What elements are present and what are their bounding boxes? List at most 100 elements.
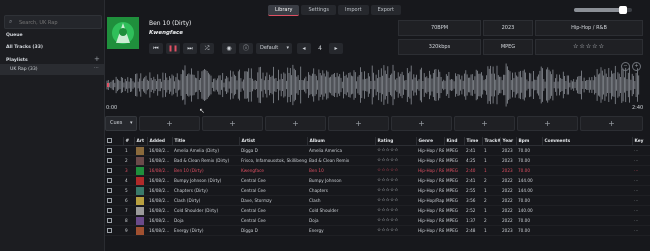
column-added[interactable]: Added <box>147 137 173 146</box>
pause-button[interactable]: ❚❚ <box>166 43 180 54</box>
table-row[interactable]: 6 16/08/2… Clash (Dirty) Dave, Stormzy Clash… <box>105 195 650 206</box>
row-bpm: 70.00 <box>516 225 542 236</box>
cue-slot-4[interactable]: + <box>328 116 389 131</box>
column-comments[interactable]: Comments <box>542 137 633 146</box>
row-checkbox[interactable] <box>105 175 123 186</box>
previous-button[interactable]: ⏮ <box>149 43 163 54</box>
row-kind: MPEG <box>444 165 464 176</box>
sidebar-queue[interactable]: Queue <box>6 33 23 38</box>
row-time: 4:25 <box>464 155 482 166</box>
next-button[interactable]: ⏭ <box>183 43 197 54</box>
table-row[interactable]: 9 16/08/2… Energy (Dirty) Digga D Energy ☆☆☆☆… <box>105 225 650 236</box>
row-more-icon[interactable]: ⋯ <box>632 185 650 196</box>
playlist-more-icon[interactable]: ⋯ <box>94 65 99 71</box>
row-checkbox[interactable] <box>105 225 123 236</box>
tab-export[interactable]: Export <box>370 5 401 15</box>
row-album: Clash <box>307 195 375 206</box>
cue-slot-5[interactable]: + <box>391 116 452 131</box>
row-checkbox[interactable] <box>105 185 123 196</box>
select-all-checkbox[interactable] <box>105 137 124 146</box>
info-button[interactable]: ⓘ <box>239 43 253 54</box>
table-row[interactable]: 8 16/08/2… Doja Central Cee Doja ☆☆☆☆☆ Hip-Hop… <box>105 215 650 226</box>
column-kind[interactable]: Kind <box>444 137 465 146</box>
volume-slider[interactable] <box>574 6 632 14</box>
row-comments[interactable] <box>542 155 632 166</box>
volume-knob[interactable] <box>619 6 628 14</box>
shuffle-button[interactable]: ⤮ <box>200 43 214 54</box>
row-checkbox[interactable] <box>105 215 123 226</box>
column-time[interactable]: Time <box>464 137 483 146</box>
row-more-icon[interactable]: ⋯ <box>632 215 650 226</box>
column-artist[interactable]: Artist <box>239 137 308 146</box>
row-comments[interactable] <box>542 205 632 216</box>
row-checkbox[interactable] <box>105 195 123 206</box>
row-comments[interactable] <box>542 225 632 236</box>
chevron-down-icon: ▾ <box>286 45 289 51</box>
column-key[interactable]: Key <box>632 137 650 146</box>
time-position: 0:00 <box>106 105 118 111</box>
row-comments[interactable] <box>542 145 632 156</box>
row-year: 2022 <box>500 185 516 196</box>
row-title: Energy (Dirty) <box>172 225 239 236</box>
row-more-icon[interactable]: ⋯ <box>632 195 650 206</box>
search-box[interactable]: ⌕ <box>4 15 102 29</box>
row-genre: Hip-Hop / R&B <box>416 145 444 156</box>
zoom-out-icon[interactable]: − <box>621 62 630 71</box>
tab-settings[interactable]: Settings <box>301 5 336 15</box>
cue-slot-2[interactable]: + <box>202 116 263 131</box>
cue-slot-7[interactable]: + <box>517 116 578 131</box>
table-row[interactable]: 2 16/08/2… Bad & Clean Remix (Dirty) Frisco… <box>105 155 650 166</box>
row-more-icon[interactable]: ⋯ <box>632 145 650 156</box>
tab-import[interactable]: Import <box>338 5 369 15</box>
row-comments[interactable] <box>542 215 632 226</box>
row-more-icon[interactable]: ⋯ <box>632 225 650 236</box>
cues-dropdown[interactable]: Cues ▾ <box>105 116 137 131</box>
row-checkbox[interactable] <box>105 165 123 176</box>
increment-button[interactable]: ▸ <box>329 43 343 54</box>
column-title[interactable]: Title <box>172 137 240 146</box>
column-art[interactable]: Art <box>134 137 148 146</box>
tab-library[interactable]: Library <box>268 5 300 16</box>
cue-slot-3[interactable]: + <box>265 116 326 131</box>
info-rating[interactable]: ☆☆☆☆☆ <box>535 39 643 55</box>
row-checkbox[interactable] <box>105 145 123 156</box>
table-row[interactable]: 7 16/08/2… Cold Shoulder (Dirty) Central Ce… <box>105 205 650 216</box>
search-input[interactable] <box>17 17 101 28</box>
table-row[interactable]: 4 16/08/2… Bumpy Johnson (Dirty) Central Ce… <box>105 175 650 186</box>
row-added: 16/08/2… <box>147 215 172 226</box>
row-checkbox[interactable] <box>105 155 123 166</box>
row-comments[interactable] <box>542 165 632 176</box>
cue-slot-6[interactable]: + <box>454 116 515 131</box>
row-more-icon[interactable]: ⋯ <box>632 205 650 216</box>
row-comments[interactable] <box>542 175 632 186</box>
playhead[interactable] <box>107 83 109 87</box>
cue-slot-8[interactable]: + <box>580 116 643 131</box>
preset-dropdown[interactable]: Default ▾ <box>256 43 292 54</box>
column-bpm[interactable]: Bpm <box>516 137 543 146</box>
stop-button[interactable]: ◉ <box>222 43 236 54</box>
cue-slot-1[interactable]: + <box>139 116 200 131</box>
table-row[interactable]: 3 16/08/2… Ben 10 (Dirty) Kwengface Ben 10 ☆☆… <box>105 165 650 176</box>
row-more-icon[interactable]: ⋯ <box>632 175 650 186</box>
column-rating[interactable]: Rating <box>375 137 417 146</box>
decrement-button[interactable]: ◂ <box>297 43 311 54</box>
column-genre[interactable]: Genre <box>416 137 445 146</box>
table-row[interactable]: 5 16/08/2… Chapters (Dirty) Central Cee Chap… <box>105 185 650 196</box>
row-more-icon[interactable]: ⋯ <box>632 165 650 176</box>
waveform[interactable] <box>105 60 643 110</box>
column-track-number[interactable]: Track# <box>482 137 501 146</box>
row-comments[interactable] <box>542 185 632 196</box>
info-bitrate: 320kbps <box>398 39 481 55</box>
sidebar-all-tracks[interactable]: All Tracks (33) <box>6 45 43 50</box>
column-album[interactable]: Album <box>307 137 376 146</box>
table-row[interactable]: 1 16/08/2… Amelia Amelia (Dirty) Digga D Ame… <box>105 145 650 156</box>
zoom-in-icon[interactable]: + <box>632 62 641 71</box>
add-playlist-icon[interactable]: + <box>94 55 100 63</box>
row-art <box>134 205 147 216</box>
row-checkbox[interactable] <box>105 205 123 216</box>
row-bpm: 70.00 <box>516 145 542 156</box>
row-comments[interactable] <box>542 195 632 206</box>
column-number[interactable]: # <box>123 137 135 146</box>
column-year[interactable]: Year <box>500 137 517 146</box>
row-more-icon[interactable]: ⋯ <box>632 155 650 166</box>
